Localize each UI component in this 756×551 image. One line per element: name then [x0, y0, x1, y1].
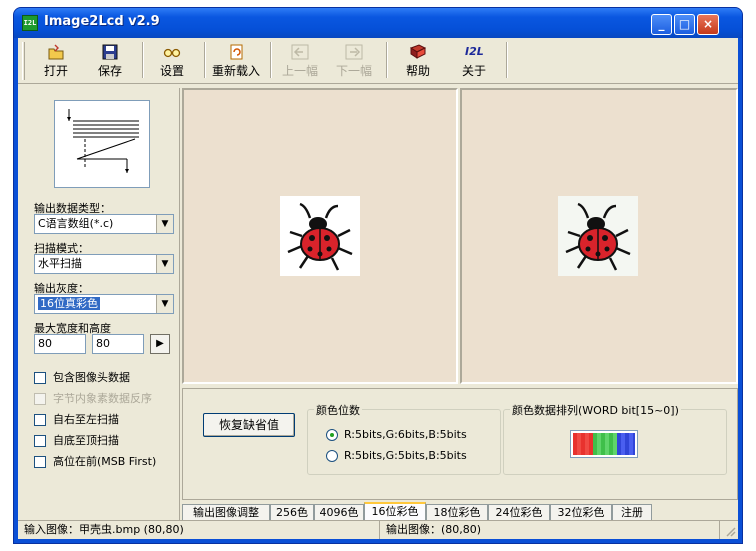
save-button[interactable]: 保存 — [90, 40, 130, 82]
gray-value: 16位真彩色 — [38, 297, 100, 310]
play-arrow-icon: ▶ — [156, 338, 164, 349]
color-options-panel: 恢复缺省值 颜色位数 R:5bits,G:6bits,B:5bits R:5bi… — [182, 388, 738, 500]
right-to-left-checkbox[interactable]: 自右至左扫描 — [34, 413, 119, 427]
maximize-button[interactable]: □ — [674, 14, 695, 35]
ladybug-image — [558, 196, 638, 276]
ladybug-image — [280, 196, 360, 276]
input-image-preview — [182, 88, 458, 384]
reload-label: 重新载入 — [211, 64, 260, 78]
checkbox-box[interactable] — [34, 372, 46, 384]
chevron-down-icon[interactable]: ▼ — [156, 295, 173, 313]
reload-document-icon — [230, 44, 243, 60]
msb-first-checkbox[interactable]: 高位在前(MSB First) — [34, 455, 156, 469]
color-order-group: 颜色数据排列(WORD bit[15~0]) — [503, 402, 727, 475]
settings-panel: 输出数据类型： C语言数组(*.c) ▼ 扫描模式： 水平扫描 ▼ 输出灰度： … — [20, 88, 180, 534]
bottom-to-top-checkbox[interactable]: 自底至顶扫描 — [34, 434, 119, 448]
include-header-checkbox[interactable]: 包含图像头数据 — [34, 371, 130, 385]
output-type-select[interactable]: C语言数组(*.c) ▼ — [34, 214, 174, 234]
floppy-disk-icon — [102, 44, 118, 60]
color-order-title: 颜色数据排列(WORD bit[15~0]) — [510, 402, 681, 418]
next-image-label: 下一幅 — [335, 64, 372, 78]
color-bits-title: 颜色位数 — [314, 402, 362, 418]
about-label: 关于 — [461, 64, 486, 78]
save-label: 保存 — [97, 64, 122, 78]
reverse-pixel-label: 字节内象素数据反序 — [53, 392, 152, 405]
toolbar-separator — [506, 42, 508, 78]
input-image-status: 输入图像：甲壳虫.bmp (80,80) — [18, 521, 380, 539]
checkbox-box[interactable] — [34, 435, 46, 447]
app-icon: I2L — [22, 15, 38, 31]
glasses-icon — [163, 48, 181, 58]
apply-size-button[interactable]: ▶ — [150, 334, 170, 354]
output-image-status: 输出图像：(80,80) — [380, 521, 720, 539]
bottom-to-top-label: 自底至顶扫描 — [53, 434, 119, 447]
rgb555-label: R:5bits,G:5bits,B:5bits — [344, 449, 467, 462]
checkbox-box[interactable] — [34, 393, 46, 405]
rgb555-radio[interactable]: R:5bits,G:5bits,B:5bits — [326, 449, 467, 462]
next-image-button[interactable]: 下一幅 — [334, 40, 374, 82]
output-image-preview — [460, 88, 738, 384]
chevron-down-icon[interactable]: ▼ — [156, 255, 173, 273]
include-header-label: 包含图像头数据 — [53, 371, 130, 384]
rgb565-label: R:5bits,G:6bits,B:5bits — [344, 428, 467, 441]
close-button[interactable]: × — [697, 14, 719, 35]
arrow-left-icon — [291, 44, 309, 60]
scan-mode-diagram — [54, 100, 150, 188]
help-book-icon — [409, 44, 427, 59]
settings-button[interactable]: 设置 — [152, 40, 192, 82]
toolbar-separator — [270, 42, 272, 78]
color-order-swatch — [570, 430, 638, 458]
output-type-value: C语言数组(*.c) — [38, 217, 114, 230]
radio-dot[interactable] — [326, 450, 338, 462]
toolbar-separator — [142, 42, 144, 78]
open-button[interactable]: 打开 — [36, 40, 76, 82]
window-title: Image2Lcd v2.9 — [44, 14, 160, 29]
open-label: 打开 — [43, 64, 68, 78]
checkbox-box[interactable] — [34, 414, 46, 426]
right-to-left-label: 自右至左扫描 — [53, 413, 119, 426]
help-button[interactable]: 帮助 — [398, 40, 438, 82]
chevron-down-icon[interactable]: ▼ — [156, 215, 173, 233]
scan-mode-select[interactable]: 水平扫描 ▼ — [34, 254, 174, 274]
color-depth-tabs: 输出图像调整 256色 4096色 16位彩色 18位彩色 24位彩色 32位彩… — [182, 502, 738, 522]
prev-image-button[interactable]: 上一幅 — [280, 40, 320, 82]
settings-label: 设置 — [159, 64, 184, 78]
checkbox-box[interactable] — [34, 456, 46, 468]
toolbar-separator — [204, 42, 206, 78]
rgb-bit-order-icon — [573, 433, 635, 455]
max-width-input[interactable]: 80 — [34, 334, 86, 354]
toolbar-grip — [22, 42, 25, 80]
client-area: 打开 保存 设置 重新载入 上一幅 下一幅 帮助 I2L 关于 输出数据类型： … — [18, 38, 738, 539]
open-folder-icon — [48, 44, 64, 60]
msb-first-label: 高位在前(MSB First) — [53, 455, 157, 468]
about-i2l-icon: I2L — [465, 45, 484, 58]
color-bits-group: 颜色位数 R:5bits,G:6bits,B:5bits R:5bits,G:5… — [307, 402, 501, 475]
radio-dot[interactable] — [326, 429, 338, 441]
minimize-button[interactable]: _ — [651, 14, 672, 35]
about-button[interactable]: I2L 关于 — [454, 40, 494, 82]
arrow-right-icon — [345, 44, 363, 60]
reload-button[interactable]: 重新载入 — [210, 40, 262, 82]
max-height-input[interactable]: 80 — [92, 334, 144, 354]
scan-mode-value: 水平扫描 — [38, 257, 82, 270]
help-label: 帮助 — [405, 64, 430, 78]
toolbar: 打开 保存 设置 重新载入 上一幅 下一幅 帮助 I2L 关于 — [18, 38, 738, 84]
status-bar: 输入图像：甲壳虫.bmp (80,80) 输出图像：(80,80) — [18, 520, 738, 539]
prev-image-label: 上一幅 — [281, 64, 318, 78]
resize-grip-icon[interactable] — [724, 525, 736, 537]
restore-defaults-button[interactable]: 恢复缺省值 — [203, 413, 295, 437]
rgb565-radio[interactable]: R:5bits,G:6bits,B:5bits — [326, 428, 467, 441]
reverse-pixel-checkbox[interactable]: 字节内象素数据反序 — [34, 392, 152, 406]
app-window: I2L Image2Lcd v2.9 _ □ × 打开 保存 设置 重新载入 上… — [14, 8, 742, 543]
toolbar-separator — [386, 42, 388, 78]
gray-select[interactable]: 16位真彩色 ▼ — [34, 294, 174, 314]
horizontal-scan-icon — [67, 109, 139, 173]
tab-16bit-color[interactable]: 16位彩色 — [364, 502, 426, 522]
title-bar[interactable]: I2L Image2Lcd v2.9 _ □ × — [14, 8, 742, 38]
